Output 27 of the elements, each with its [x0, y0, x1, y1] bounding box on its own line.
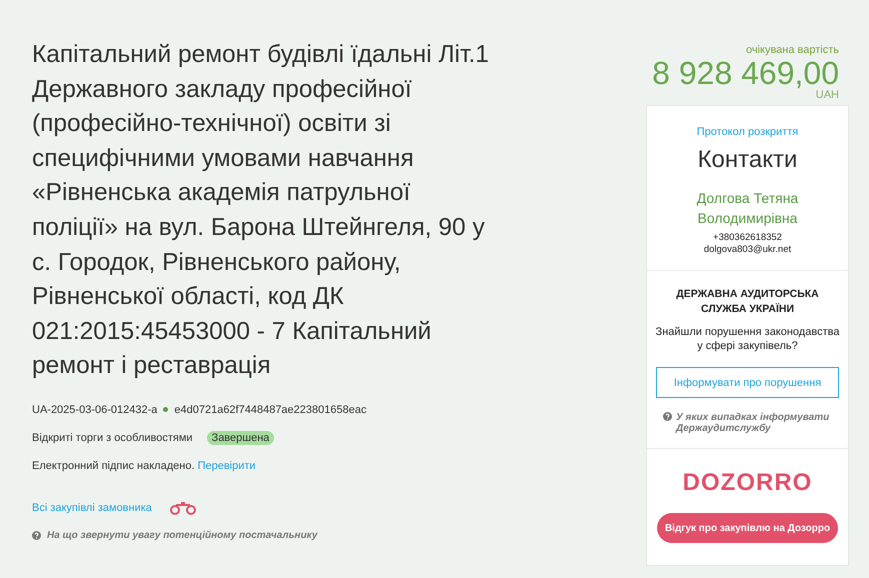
signature-text: Електронний підпис накладено.: [32, 460, 196, 472]
tender-title: Капітальний ремонт будівлі їдальні Літ.1 Державного закладу професійної (професійно-технічної) освіти зі специфічними умовами навчання «Рівненська академія патрульної поліції» на вул. Барона Штейнгеля, 90 у с. Городок, Рівненського району, Рівненської області, код ДК 021:2015:45453000 - 7 Капітальний ремонт і реставрація: [32, 40, 490, 382]
price-label: очікувана вартість: [746, 44, 839, 56]
customer-procurements-link[interactable]: Всі закупівлі замовника: [32, 502, 152, 514]
contact-name: Долгова Тетяна Володимирівна: [696, 189, 800, 228]
tender-hash: e4d0721a62f7448487ae223801658eac: [174, 404, 366, 416]
dozorro-feedback-button[interactable]: Відгук про закупівлю на Дозорро: [657, 513, 838, 543]
contacts-heading: Контакти: [698, 146, 798, 174]
binoculars-icon: [168, 500, 198, 515]
contact-email: dolgova803@ukr.net: [704, 244, 792, 256]
contact-phone: +380362618352: [713, 232, 782, 244]
dozorro-logo: DOZORRO: [682, 469, 812, 497]
tender-id: UA-2025-03-06-012432-a: [32, 404, 158, 416]
currency: UAH: [816, 90, 839, 101]
protocol-link[interactable]: Протокол розкриття: [696, 126, 798, 138]
audit-question: Знайшли порушення законодавства у сфері закупівель?: [655, 325, 840, 353]
procedure-type: Відкриті торги з особливостями: [32, 432, 193, 444]
separator-dot: [163, 407, 168, 412]
audit-hint[interactable]: У яких випадках інформувати Держаудитслужбу: [676, 412, 840, 434]
help-icon: [32, 530, 41, 540]
verify-link[interactable]: Перевірити: [198, 460, 256, 472]
supplier-hint: На що звернути увагу потенційному постачальнику: [47, 530, 318, 541]
help-icon: [663, 412, 672, 421]
status-badge: Завершена: [206, 430, 274, 445]
price-amount: 8 928 469,00: [652, 56, 839, 90]
report-violation-button[interactable]: Інформувати про порушення: [656, 367, 839, 398]
audit-heading: ДЕРЖАВНА АУДИТОРСЬКА СЛУЖБА УКРАЇНИ: [675, 287, 820, 317]
